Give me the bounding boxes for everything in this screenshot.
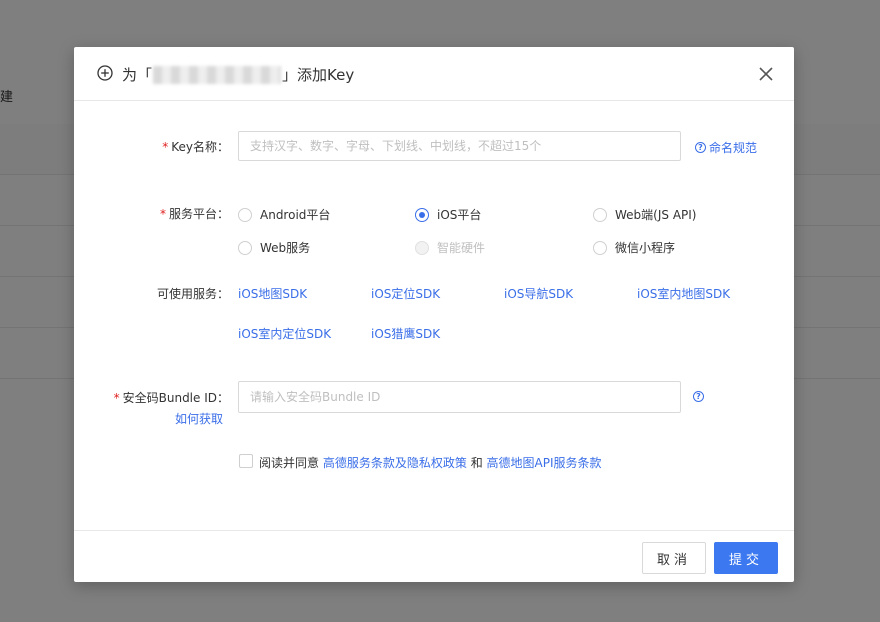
radio-circle: [593, 240, 607, 255]
add-circle-icon: [97, 65, 113, 81]
radio-android[interactable]: Android平台: [238, 206, 330, 223]
radio-web-js-label: Web端(JS API): [615, 208, 697, 222]
api-service-terms-link[interactable]: 高德地图API服务条款: [487, 456, 602, 470]
required-mark: *: [162, 140, 169, 154]
services-label: 可使用服务：: [156, 287, 229, 301]
required-mark: *: [113, 391, 120, 405]
radio-ios-label: iOS平台: [437, 208, 482, 222]
cancel-button[interactable]: 取消: [642, 542, 706, 574]
agreement-checkbox[interactable]: [239, 454, 253, 468]
bundle-id-label-text: 安全码Bundle ID：: [122, 391, 229, 405]
radio-smart-hardware-label: 智能硬件: [437, 241, 486, 255]
close-icon[interactable]: [758, 66, 774, 82]
service-ios-indoor-location-sdk[interactable]: iOS室内定位SDK: [238, 325, 331, 342]
dialog-title: 为「 」添加Key: [122, 64, 354, 85]
bundle-id-input[interactable]: [238, 381, 681, 413]
radio-android-label: Android平台: [260, 208, 331, 222]
dialog-title-suffix: 」添加Key: [282, 66, 355, 84]
service-ios-location-sdk[interactable]: iOS定位SDK: [371, 285, 440, 302]
naming-rules-link[interactable]: 命名规范: [709, 139, 757, 156]
radio-web-js[interactable]: Web端(JS API): [593, 206, 696, 223]
service-ios-indoor-map-sdk[interactable]: iOS室内地图SDK: [637, 285, 730, 302]
redacted-app-name: [153, 65, 282, 84]
agreement-text: 阅读并同意 高德服务条款及隐私权政策 和 高德地图API服务条款: [259, 454, 602, 471]
radio-wechat-miniprogram[interactable]: 微信小程序: [593, 239, 675, 256]
how-to-get-link[interactable]: 如何获取: [175, 410, 223, 427]
agreement-prefix: 阅读并同意: [259, 456, 320, 470]
platform-label-text: 服务平台：: [168, 207, 229, 221]
question-circle-icon[interactable]: ?: [693, 391, 704, 402]
radio-circle: [593, 207, 607, 222]
key-name-label: * Key名称：: [162, 138, 229, 155]
key-name-label-text: Key名称：: [171, 140, 229, 154]
service-ios-falcon-sdk[interactable]: iOS猎鹰SDK: [371, 325, 440, 342]
radio-web-service[interactable]: Web服务: [238, 239, 310, 256]
service-ios-map-sdk[interactable]: iOS地图SDK: [238, 285, 307, 302]
radio-wechat-miniprogram-label: 微信小程序: [615, 241, 676, 255]
radio-circle-checked: [415, 207, 429, 222]
dialog-header: 为「 」添加Key: [74, 47, 794, 101]
radio-circle-disabled: [415, 240, 429, 255]
required-mark: *: [159, 207, 166, 221]
dialog-footer: 取消 提交: [74, 530, 794, 582]
radio-circle: [238, 207, 252, 222]
agreement-and: 和: [470, 456, 483, 470]
service-terms-privacy-link[interactable]: 高德服务条款及隐私权政策: [323, 456, 467, 470]
platform-label: * 服务平台：: [160, 205, 229, 222]
radio-circle: [238, 240, 252, 255]
question-circle-icon: ?: [695, 142, 706, 153]
naming-rules-help[interactable]: ? 命名规范: [695, 139, 757, 156]
add-key-dialog: 为「 」添加Key *Key名称： ? 命名规范 *服务平台： Android平…: [74, 47, 794, 582]
service-ios-navigation-sdk[interactable]: iOS导航SDK: [504, 285, 573, 302]
key-name-input[interactable]: [238, 131, 681, 161]
bundle-id-help[interactable]: ?: [693, 391, 704, 402]
bundle-id-label: * 安全码Bundle ID：: [114, 389, 229, 406]
radio-smart-hardware: 智能硬件: [415, 239, 485, 256]
radio-ios[interactable]: iOS平台: [415, 206, 481, 223]
dialog-title-prefix: 为「: [122, 66, 153, 84]
radio-web-service-label: Web服务: [260, 241, 311, 255]
submit-button[interactable]: 提交: [714, 542, 778, 574]
